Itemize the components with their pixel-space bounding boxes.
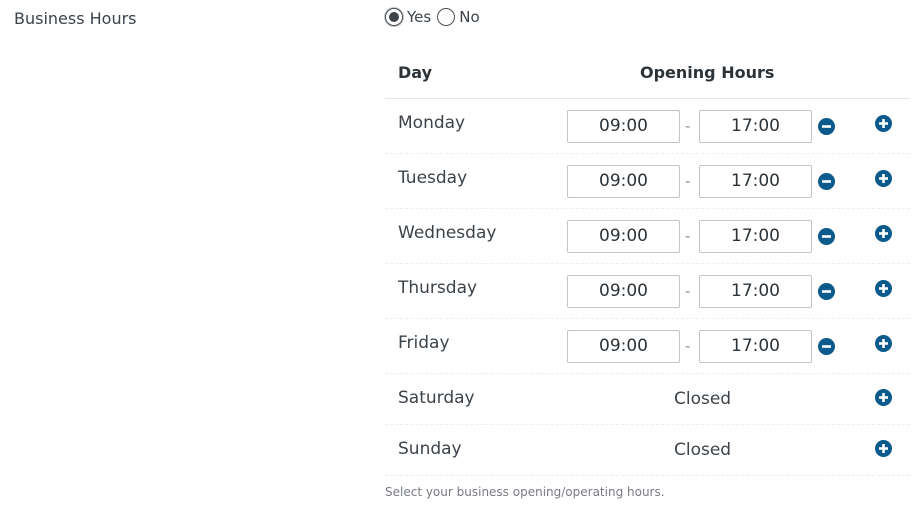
opening-hours-column-header: Opening Hours: [640, 63, 775, 82]
plus-circle-icon: [879, 119, 888, 128]
business-hours-toggle: Yes No: [385, 8, 486, 26]
minus-circle-icon: [822, 180, 831, 183]
time-separator: -: [685, 172, 691, 190]
no-radio-label[interactable]: No: [459, 8, 479, 26]
close-time-input[interactable]: 17:00: [699, 275, 812, 308]
day-column-header: Day: [398, 63, 433, 82]
closed-status: Closed: [674, 389, 732, 409]
day-name: Thursday: [398, 278, 478, 298]
minus-circle-icon: [822, 125, 831, 128]
day-name: Friday: [398, 333, 450, 353]
time-separator: -: [685, 117, 691, 135]
minus-circle-icon: [822, 235, 831, 238]
no-radio[interactable]: [437, 8, 456, 26]
add-hours-button[interactable]: [875, 280, 892, 297]
hours-table: Day Opening Hours Monday 09:00 - 17:00 T…: [385, 48, 910, 476]
open-time-input[interactable]: 09:00: [567, 275, 680, 308]
plus-circle-icon: [879, 284, 888, 293]
business-hours-label: Business Hours: [14, 9, 137, 28]
add-hours-button[interactable]: [875, 389, 892, 406]
open-time-input[interactable]: 09:00: [567, 110, 680, 143]
day-row-wednesday: Wednesday 09:00 - 17:00: [385, 209, 910, 264]
business-hours-settings: Business Hours Yes No Day Opening Hours …: [0, 0, 922, 517]
remove-hours-button[interactable]: [818, 173, 835, 190]
open-time-input[interactable]: 09:00: [567, 330, 680, 363]
hours-table-header: Day Opening Hours: [385, 48, 910, 99]
close-time-input[interactable]: 17:00: [699, 220, 812, 253]
close-time-input[interactable]: 17:00: [699, 330, 812, 363]
day-row-thursday: Thursday 09:00 - 17:00: [385, 264, 910, 319]
yes-radio-label[interactable]: Yes: [407, 8, 431, 26]
add-hours-button[interactable]: [875, 440, 892, 457]
radio-dot: [389, 12, 399, 22]
day-row-saturday: Saturday Closed: [385, 374, 910, 425]
day-name: Wednesday: [398, 223, 497, 243]
remove-hours-button[interactable]: [818, 228, 835, 245]
day-name: Sunday: [398, 439, 462, 459]
yes-radio[interactable]: [385, 8, 403, 26]
time-separator: -: [685, 282, 691, 300]
minus-circle-icon: [822, 345, 831, 348]
remove-hours-button[interactable]: [818, 283, 835, 300]
open-time-input[interactable]: 09:00: [567, 220, 680, 253]
plus-circle-icon: [879, 229, 888, 238]
plus-circle-icon: [879, 174, 888, 183]
day-name: Monday: [398, 113, 466, 133]
day-name: Tuesday: [398, 168, 468, 188]
minus-circle-icon: [822, 290, 831, 293]
plus-circle-icon: [879, 393, 888, 402]
close-time-input[interactable]: 17:00: [699, 165, 812, 198]
day-row-tuesday: Tuesday 09:00 - 17:00: [385, 154, 910, 209]
day-row-sunday: Sunday Closed: [385, 425, 910, 476]
add-hours-button[interactable]: [875, 335, 892, 352]
remove-hours-button[interactable]: [818, 338, 835, 355]
day-name: Saturday: [398, 388, 475, 408]
day-row-monday: Monday 09:00 - 17:00: [385, 99, 910, 154]
open-time-input[interactable]: 09:00: [567, 165, 680, 198]
close-time-input[interactable]: 17:00: [699, 110, 812, 143]
time-separator: -: [685, 337, 691, 355]
add-hours-button[interactable]: [875, 170, 892, 187]
plus-circle-icon: [879, 444, 888, 453]
add-hours-button[interactable]: [875, 115, 892, 132]
closed-status: Closed: [674, 440, 732, 460]
remove-hours-button[interactable]: [818, 118, 835, 135]
time-separator: -: [685, 227, 691, 245]
day-row-friday: Friday 09:00 - 17:00: [385, 319, 910, 374]
help-text: Select your business opening/operating h…: [385, 485, 665, 499]
plus-circle-icon: [879, 339, 888, 348]
add-hours-button[interactable]: [875, 225, 892, 242]
